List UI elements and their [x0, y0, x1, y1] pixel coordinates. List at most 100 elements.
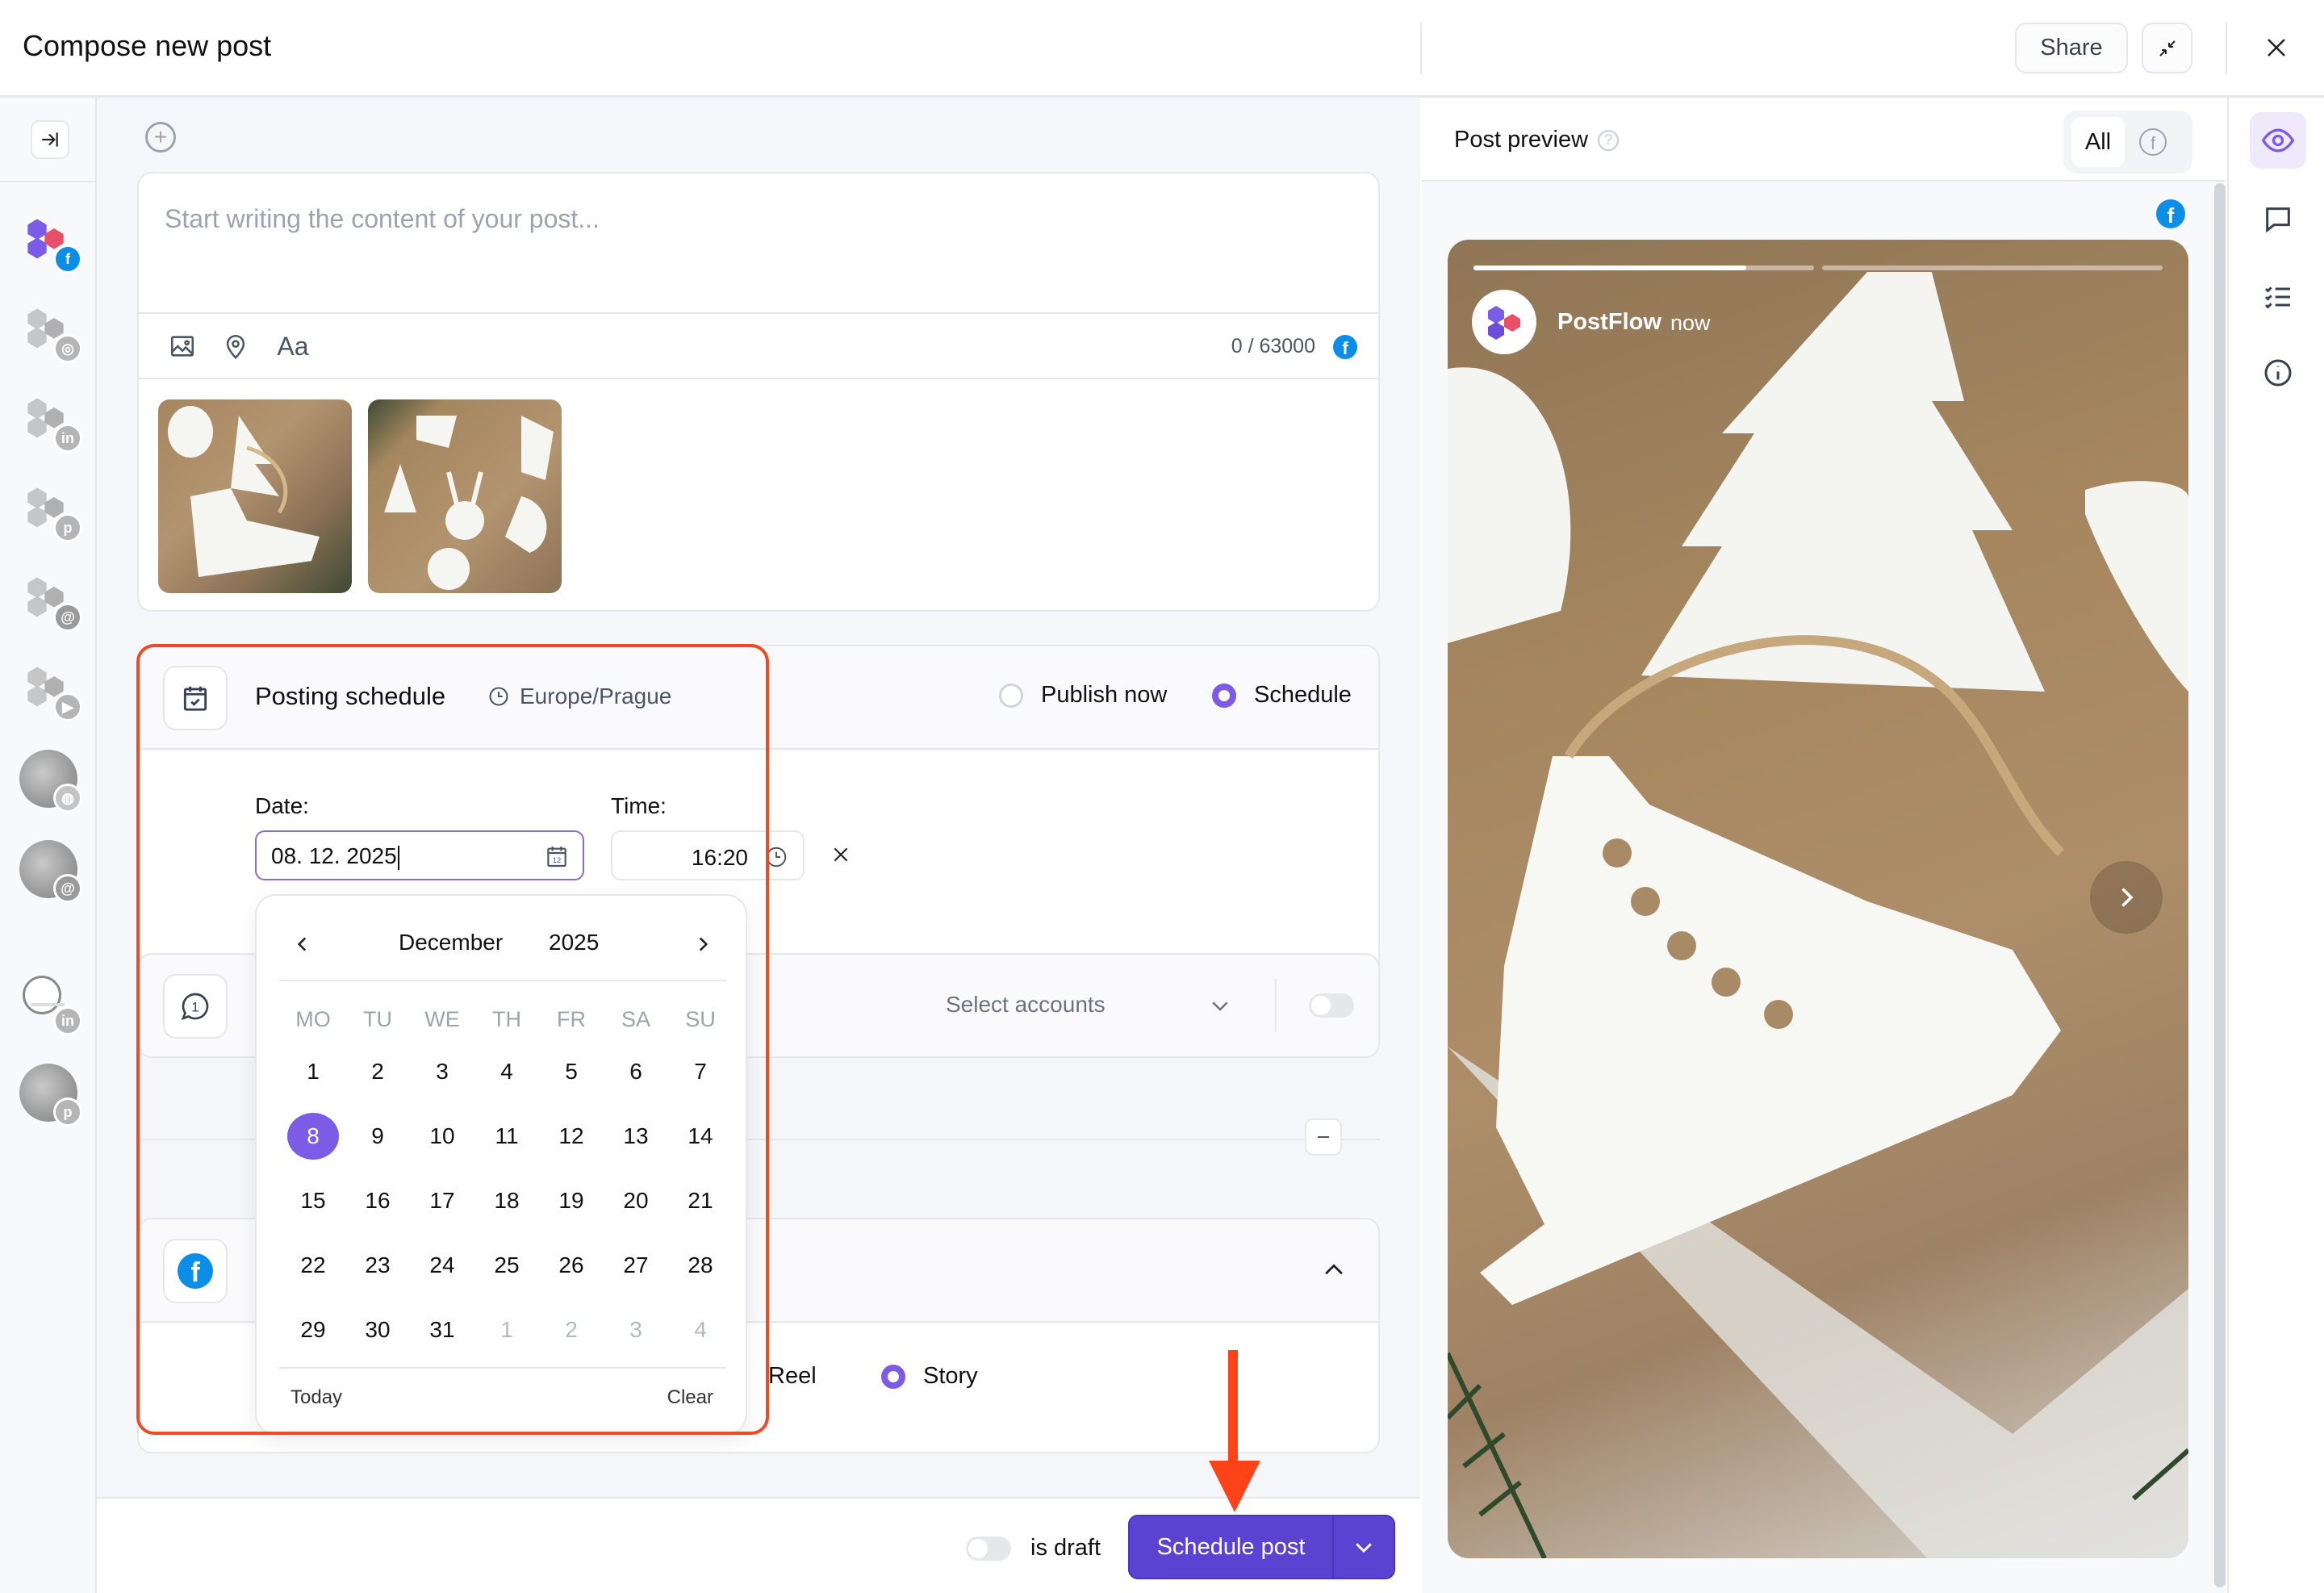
calendar-day[interactable]: 27 [604, 1252, 668, 1278]
calendar-day[interactable]: 16 [345, 1188, 410, 1214]
select-accounts-dropdown[interactable]: Select accounts [946, 992, 1106, 1018]
clear-time-button[interactable] [825, 838, 857, 871]
calendar-day[interactable]: 3 [410, 1059, 474, 1085]
post-preview-panel: Post preview ? All f f PostFlow now [1422, 98, 2226, 1593]
prev-month-button[interactable] [290, 928, 315, 960]
draft-toggle[interactable] [966, 1536, 1011, 1561]
attachment-thumbnail[interactable] [368, 399, 562, 593]
collapse-section-button[interactable] [1305, 1118, 1342, 1156]
calendar-day[interactable]: 31 [410, 1317, 474, 1343]
calendar-icon[interactable]: 12 [544, 843, 570, 869]
calendar-day[interactable]: 29 [281, 1317, 345, 1343]
timezone[interactable]: Europe/Prague [487, 684, 671, 709]
calendar-day[interactable]: 21 [668, 1188, 733, 1214]
calendar-day[interactable]: 13 [604, 1123, 668, 1149]
day-number: 11 [495, 1123, 519, 1148]
calendar-day[interactable]: 19 [539, 1188, 604, 1214]
calendar-day-selected[interactable]: 8 [281, 1113, 345, 1160]
calendar-day[interactable]: 1 [474, 1317, 539, 1343]
calendar-day[interactable]: 22 [281, 1252, 345, 1278]
story-radio[interactable]: Story [881, 1363, 978, 1390]
info-tab-button[interactable] [2250, 345, 2306, 401]
reel-radio[interactable]: Reel [768, 1363, 817, 1390]
calendar-week: 1 2 3 4 5 6 7 [281, 1039, 733, 1104]
collapse-sidebar-button[interactable] [31, 120, 69, 159]
add-button[interactable]: + [145, 122, 176, 153]
close-button[interactable] [2258, 29, 2295, 66]
content-input[interactable]: Start writing the content of your post..… [165, 204, 600, 234]
calendar-day[interactable]: 18 [474, 1188, 539, 1214]
preview-scrollbar[interactable] [2214, 183, 2226, 1587]
day-number: 1 [307, 1059, 320, 1084]
weekday-row: MO TU WE TH FR SA SU [281, 999, 733, 1039]
date-input[interactable]: 08. 12. 2025 12 [255, 830, 584, 880]
calendar-day[interactable]: 5 [539, 1059, 604, 1085]
calendar-day[interactable]: 24 [410, 1252, 474, 1278]
day-number: 9 [371, 1123, 384, 1148]
sidebar-account-youtube[interactable]: ▶ [18, 657, 86, 725]
sidebar-account-pinterest[interactable]: p [18, 1062, 86, 1130]
preview-tab-button[interactable] [2250, 112, 2306, 169]
sidebar-account-dribbble[interactable]: ◍ [18, 748, 86, 816]
comments-tab-button[interactable] [2250, 191, 2306, 248]
time-input[interactable]: 16:20 [611, 830, 805, 880]
text-format-button[interactable]: Aa [273, 330, 313, 362]
share-button[interactable]: Share [2015, 23, 2128, 73]
preview-network-tabs: All f [2063, 111, 2192, 174]
calendar-day[interactable]: 2 [539, 1317, 604, 1343]
sidebar-account-pinterest[interactable]: p [18, 478, 86, 546]
chevron-down-icon[interactable] [1208, 993, 1232, 1018]
calendar-month[interactable]: December [399, 930, 503, 955]
schedule-post-button[interactable]: Schedule post [1130, 1516, 1334, 1578]
schedule-radio[interactable]: Schedule [1212, 682, 1352, 709]
sidebar-account-instagram[interactable]: ◎ [18, 299, 86, 366]
calendar-day[interactable]: 11 [474, 1123, 539, 1149]
calendar-day[interactable]: 2 [345, 1059, 410, 1085]
location-button[interactable] [219, 330, 252, 362]
publish-now-radio[interactable]: Publish now [999, 682, 1167, 709]
radio-indicator [1212, 683, 1236, 708]
calendar-day[interactable]: 4 [474, 1059, 539, 1085]
attachment-thumbnail[interactable] [158, 399, 352, 593]
calendar-year[interactable]: 2025 [549, 930, 599, 955]
calendar-check-icon [183, 686, 207, 711]
calendar-day[interactable]: 12 [539, 1123, 604, 1149]
calendar-day[interactable]: 7 [668, 1059, 733, 1085]
sidebar-account-linkedin[interactable]: in [18, 388, 86, 456]
first-comment-toggle[interactable] [1309, 993, 1354, 1018]
image-button[interactable] [166, 330, 199, 362]
sidebar-account-threads[interactable]: @ [18, 567, 86, 635]
help-icon[interactable]: ? [1598, 129, 1620, 151]
minus-icon [1318, 1136, 1329, 1138]
sidebar-account-facebook[interactable]: f [18, 209, 86, 277]
sidebar-account-threads[interactable]: @ [18, 838, 86, 906]
calendar-day[interactable]: 10 [410, 1123, 474, 1149]
schedule-options-button[interactable] [1334, 1516, 1394, 1578]
next-month-button[interactable] [691, 928, 715, 960]
checklist-tab-button[interactable] [2250, 269, 2306, 325]
calendar-day[interactable]: 6 [604, 1059, 668, 1085]
calendar-day[interactable]: 17 [410, 1188, 474, 1214]
day-number: 14 [688, 1123, 713, 1148]
calendar-day[interactable]: 20 [604, 1188, 668, 1214]
calendar-day[interactable]: 25 [474, 1252, 539, 1278]
tab-all[interactable]: All [2071, 117, 2125, 167]
today-button[interactable]: Today [290, 1386, 342, 1409]
clear-date-button[interactable]: Clear [667, 1386, 713, 1409]
minimize-button[interactable] [2142, 23, 2192, 73]
calendar-day[interactable]: 3 [604, 1317, 668, 1343]
chevron-up-icon[interactable] [1320, 1256, 1348, 1284]
calendar-day[interactable]: 4 [668, 1317, 733, 1343]
calendar-day[interactable]: 1 [281, 1059, 345, 1085]
calendar-day[interactable]: 30 [345, 1317, 410, 1343]
calendar-day[interactable]: 23 [345, 1252, 410, 1278]
tab-facebook[interactable]: f [2139, 128, 2167, 156]
calendar-day[interactable]: 15 [281, 1188, 345, 1214]
calendar-day[interactable]: 28 [668, 1252, 733, 1278]
calendar-day[interactable]: 14 [668, 1123, 733, 1149]
calendar-day[interactable]: 9 [345, 1123, 410, 1149]
draft-toggle-group[interactable]: is draft [966, 1535, 1101, 1562]
calendar-day[interactable]: 26 [539, 1252, 604, 1278]
story-next-button[interactable] [2090, 861, 2163, 934]
day-number: 17 [429, 1188, 455, 1213]
